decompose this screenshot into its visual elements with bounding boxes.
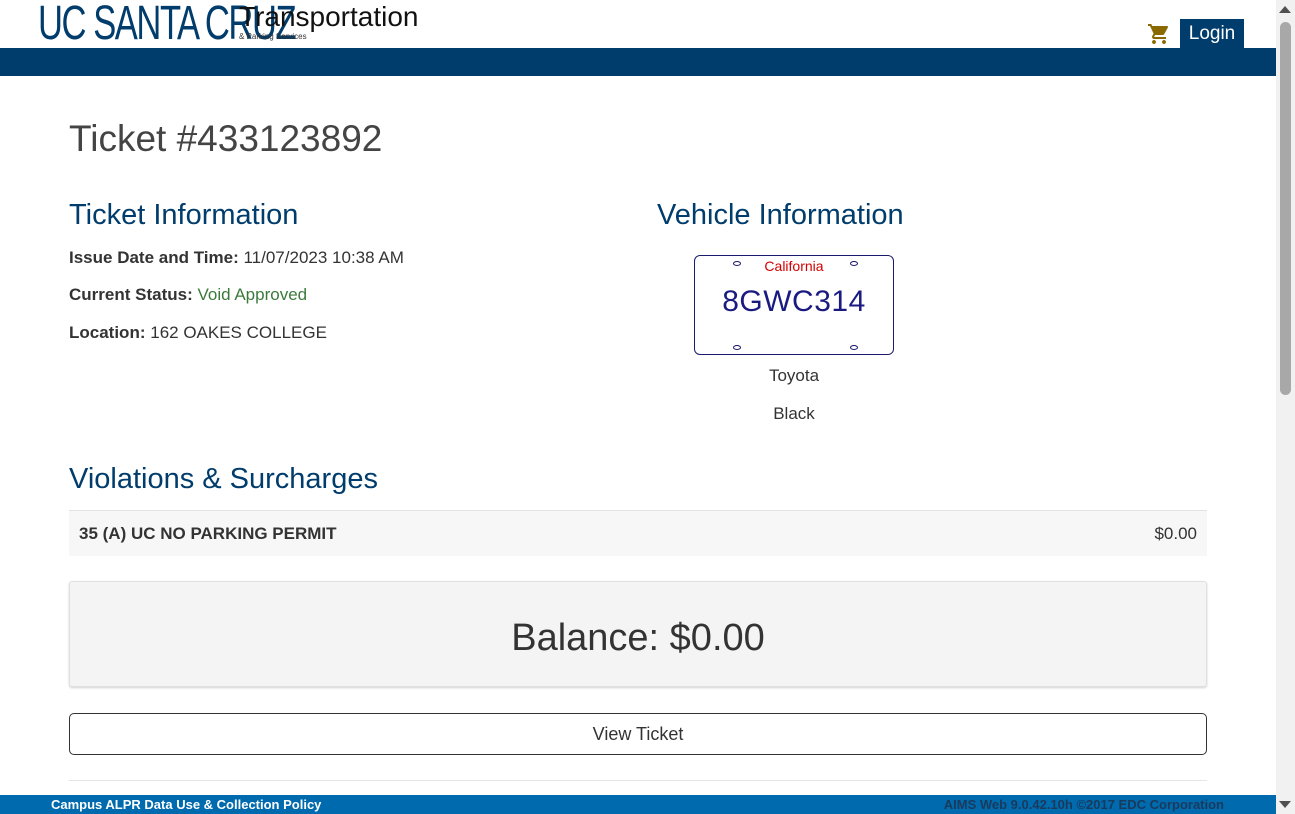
issue-date-line: Issue Date and Time: 11/07/2023 10:38 AM bbox=[69, 248, 404, 268]
site-header: UC SANTA CRUZ Transportation & Parking S… bbox=[0, 0, 1276, 48]
site-logo[interactable]: UC SANTA CRUZ Transportation & Parking S… bbox=[38, 0, 419, 50]
scrollbar-thumb[interactable] bbox=[1280, 22, 1291, 395]
site-footer: Campus ALPR Data Use & Collection Policy… bbox=[0, 795, 1276, 814]
logo-side-text: Transportation & Parking Services bbox=[239, 1, 419, 42]
violation-amount: $0.00 bbox=[1154, 524, 1197, 543]
shopping-cart-icon[interactable] bbox=[1147, 22, 1171, 46]
status-line: Current Status: Void Approved bbox=[69, 285, 307, 305]
plate-state: California bbox=[764, 258, 824, 274]
login-button[interactable]: Login bbox=[1180, 19, 1244, 48]
vehicle-make: Toyota bbox=[768, 366, 820, 385]
location-label: Location: bbox=[69, 323, 146, 342]
scroll-down-arrow-icon[interactable] bbox=[1279, 801, 1291, 808]
logo-wordmark: UC SANTA CRUZ bbox=[38, 0, 297, 50]
vehicle-color: Black bbox=[773, 404, 815, 423]
divider bbox=[69, 780, 1207, 781]
issue-date-label: Issue Date and Time: bbox=[69, 248, 239, 267]
page-title: Ticket #433123892 bbox=[69, 118, 383, 159]
location-value: 162 OAKES COLLEGE bbox=[150, 323, 327, 342]
logo-title: Transportation bbox=[239, 1, 419, 32]
license-plate: California 8GWC314 bbox=[694, 255, 894, 355]
vertical-scrollbar[interactable] bbox=[1276, 0, 1295, 814]
location-line: Location: 162 OAKES COLLEGE bbox=[69, 323, 327, 343]
status-value: Void Approved bbox=[197, 285, 308, 304]
plate-hole-icon bbox=[733, 345, 741, 350]
ticket-info-heading: Ticket Information bbox=[69, 199, 299, 231]
nav-bar bbox=[0, 48, 1276, 76]
logo-subtitle: & Parking Services bbox=[239, 32, 307, 41]
vehicle-info-heading: Vehicle Information bbox=[657, 199, 904, 231]
plate-hole-icon bbox=[850, 345, 858, 350]
issue-date-value: 11/07/2023 10:38 AM bbox=[243, 248, 404, 267]
alpr-policy-link[interactable]: Campus ALPR Data Use & Collection Policy bbox=[51, 797, 321, 812]
view-ticket-button[interactable]: View Ticket bbox=[69, 713, 1207, 755]
balance-text: Balance: $0.00 bbox=[511, 617, 765, 659]
violation-name: 35 (A) UC NO PARKING PERMIT bbox=[79, 524, 337, 543]
violation-row: 35 (A) UC NO PARKING PERMIT $0.00 bbox=[69, 510, 1207, 556]
scroll-up-arrow-icon[interactable] bbox=[1279, 6, 1291, 13]
status-label: Current Status: bbox=[69, 285, 193, 304]
plate-number: 8GWC314 bbox=[722, 285, 866, 318]
balance-panel: Balance: $0.00 bbox=[69, 581, 1207, 687]
copyright-text: AIMS Web 9.0.42.10h ©2017 EDC Corporatio… bbox=[943, 797, 1224, 812]
violations-heading: Violations & Surcharges bbox=[69, 463, 378, 495]
